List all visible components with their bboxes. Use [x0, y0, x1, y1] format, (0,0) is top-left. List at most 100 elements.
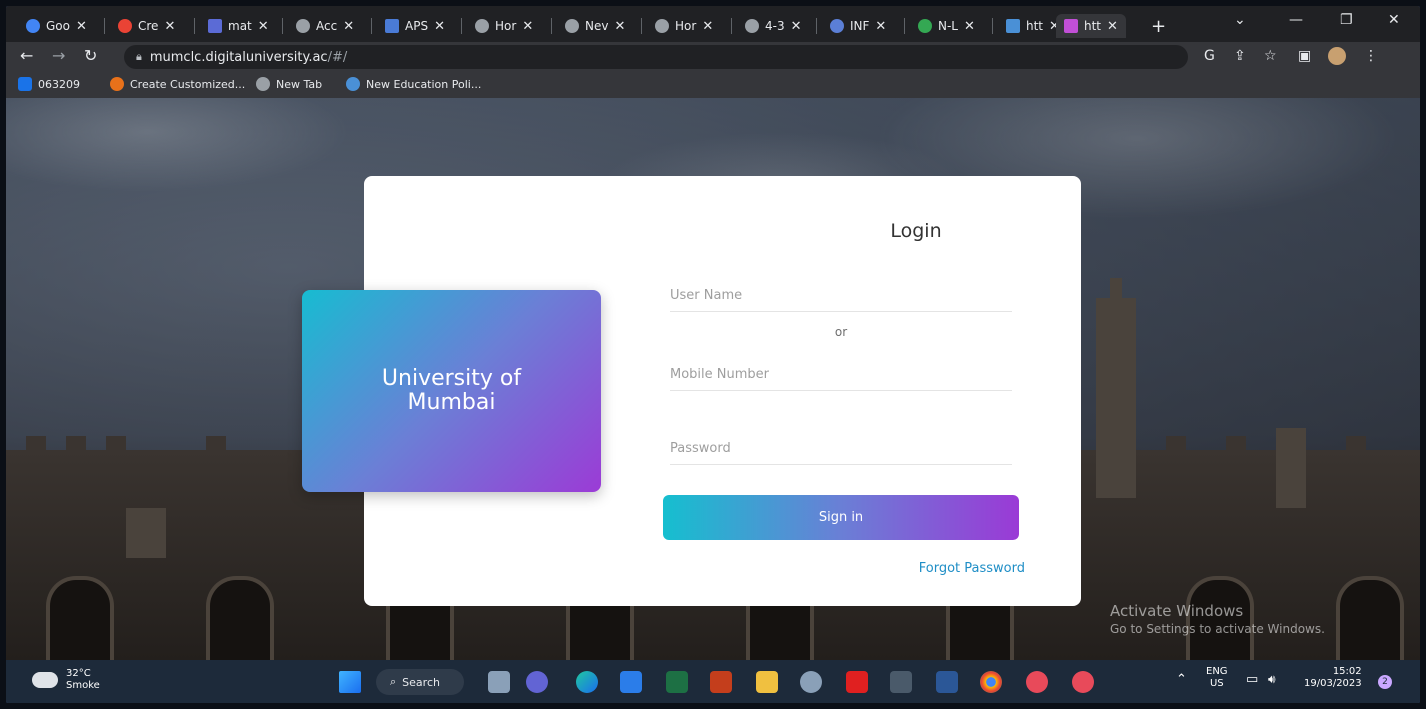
activate-windows-watermark: Activate Windows Go to Settings to activ… — [1110, 602, 1325, 636]
restore-icon[interactable]: ❐ — [1340, 12, 1353, 28]
close-icon[interactable]: ✕ — [614, 19, 625, 34]
brand-line-2: Mumbai — [407, 390, 496, 415]
sign-in-button[interactable]: Sign in — [663, 495, 1019, 540]
chrome-icon — [565, 19, 579, 33]
close-icon[interactable]: ✕ — [76, 19, 87, 34]
google-icon[interactable]: G — [1204, 48, 1215, 64]
username-input[interactable] — [670, 279, 1012, 312]
calculator-icon[interactable] — [890, 671, 912, 693]
tab-12-active[interactable]: htt ✕ — [1056, 14, 1126, 38]
globe-icon — [655, 19, 669, 33]
favicon-icon — [918, 19, 932, 33]
close-icon[interactable]: ✕ — [1107, 19, 1118, 34]
tab-5[interactable]: Hor ✕ — [467, 14, 541, 38]
start-icon[interactable] — [339, 671, 361, 693]
tab-9[interactable]: INF ✕ — [822, 14, 894, 38]
close-icon[interactable]: ✕ — [434, 19, 445, 34]
brand-line-1: University of — [381, 365, 522, 391]
favicon-icon — [26, 19, 40, 33]
minimize-icon[interactable]: — — [1289, 12, 1303, 28]
password-input[interactable] — [670, 432, 1012, 465]
bookmark-favicon-icon — [346, 77, 360, 91]
taskbar-search[interactable]: ⌕ Search — [376, 669, 464, 695]
new-tab-button[interactable]: + — [1151, 16, 1166, 37]
close-icon[interactable]: ✕ — [875, 19, 886, 34]
taskbar: 32°C Smoke ⌕ Search ⌃ ENG US ▭ 🔊︎ 15:02 19/0… — [6, 660, 1420, 703]
tab-0[interactable]: Goo ✕ — [18, 14, 95, 38]
bookmark-1[interactable]: Create Customized... — [110, 77, 245, 91]
browser-window: Goo ✕ Cre ✕ mat ✕ Acc ✕ APS ✕ Hor ✕ Nev ✕ Hor ✕ … — [6, 6, 1420, 703]
show-hidden-icons-icon[interactable]: ⌃ — [1176, 672, 1187, 688]
close-icon[interactable]: ✕ — [964, 19, 975, 34]
tab-4[interactable]: APS ✕ — [377, 14, 453, 38]
volume-icon[interactable]: 🔊︎ — [1268, 672, 1276, 686]
favicon-icon — [1064, 19, 1078, 33]
tab-8[interactable]: 4-3 ✕ — [737, 14, 810, 38]
bookmarks-bar: 063209 Create Customized... New Tab New … — [6, 72, 1420, 99]
globe-icon — [296, 19, 310, 33]
page-background: Login or Sign in Forgot Password Univers… — [6, 98, 1420, 660]
notification-badge[interactable]: 2 — [1378, 675, 1392, 689]
teams-chat-icon[interactable] — [526, 671, 548, 693]
toolbar: ← → ↻ 🔒︎ mumclc.digitaluniversity.ac/#/ … — [6, 42, 1420, 72]
globe-icon — [256, 77, 270, 91]
tab-3[interactable]: Acc ✕ — [288, 14, 362, 38]
tab-10[interactable]: N-L ✕ — [910, 14, 983, 38]
forward-icon[interactable]: → — [52, 46, 65, 65]
tab-strip: Goo ✕ Cre ✕ mat ✕ Acc ✕ APS ✕ Hor ✕ Nev ✕ Hor ✕ … — [6, 6, 1420, 42]
tab-2[interactable]: mat ✕ — [200, 14, 277, 38]
window-close-icon[interactable]: ✕ — [1388, 12, 1400, 28]
language-indicator[interactable]: ENG US — [1206, 666, 1228, 690]
menu-icon[interactable]: ⋮ — [1364, 48, 1378, 64]
back-icon[interactable]: ← — [20, 46, 33, 65]
chrome-icon[interactable] — [980, 671, 1002, 693]
clock[interactable]: 15:02 19/03/2023 — [1304, 666, 1362, 690]
store-icon[interactable] — [620, 671, 642, 693]
file-explorer-icon[interactable] — [756, 671, 778, 693]
bookmark-0[interactable]: 063209 — [18, 77, 80, 91]
close-icon[interactable]: ✕ — [702, 19, 713, 34]
bookmark-3[interactable]: New Education Poli... — [346, 77, 481, 91]
close-icon[interactable]: ✕ — [258, 19, 269, 34]
share-icon[interactable]: ⇪ — [1234, 48, 1246, 64]
bookmark-2[interactable]: New Tab — [256, 77, 322, 91]
settings-icon[interactable] — [800, 671, 822, 693]
close-icon[interactable]: ✕ — [343, 19, 354, 34]
tab-7[interactable]: Hor ✕ — [647, 14, 721, 38]
close-icon[interactable]: ✕ — [164, 19, 175, 34]
word-icon[interactable] — [936, 671, 958, 693]
tab-6[interactable]: Nev ✕ — [557, 14, 633, 38]
star-icon[interactable]: ☆ — [1264, 48, 1277, 64]
address-bar[interactable]: 🔒︎ mumclc.digitaluniversity.ac/#/ — [124, 45, 1188, 69]
search-icon: ⌕ — [390, 675, 397, 688]
url-text[interactable]: mumclc.digitaluniversity.ac/#/ — [150, 50, 347, 65]
edge-icon[interactable] — [576, 671, 598, 693]
network-icon[interactable]: ▭ — [1246, 672, 1258, 688]
task-view-icon[interactable] — [488, 671, 510, 693]
app-icon[interactable] — [1072, 671, 1094, 693]
globe-icon — [475, 19, 489, 33]
bookmark-b-icon — [18, 77, 32, 91]
favicon-icon — [830, 19, 844, 33]
forgot-password-link[interactable]: Forgot Password — [919, 561, 1025, 576]
side-panel-icon[interactable]: ▣ — [1298, 48, 1311, 64]
tab-search-icon[interactable]: ⌄ — [1234, 12, 1246, 28]
mobile-number-input[interactable] — [670, 358, 1012, 391]
lock-icon[interactable]: 🔒︎ — [136, 50, 142, 64]
favicon-icon — [385, 19, 399, 33]
weather-widget[interactable]: 32°C Smoke — [32, 668, 100, 692]
university-brand-panel: University of Mumbai — [302, 290, 601, 492]
gmail-icon — [118, 19, 132, 33]
close-icon[interactable]: ✕ — [791, 19, 802, 34]
acrobat-icon[interactable] — [846, 671, 868, 693]
reload-icon[interactable]: ↻ — [84, 46, 97, 65]
close-icon[interactable]: ✕ — [522, 19, 533, 34]
tab-1[interactable]: Cre ✕ — [110, 14, 183, 38]
avatar[interactable] — [1328, 47, 1346, 65]
login-title: Login — [890, 220, 942, 242]
app-icon[interactable] — [1026, 671, 1048, 693]
excel-icon[interactable] — [666, 671, 688, 693]
powerpoint-icon[interactable] — [710, 671, 732, 693]
cloud-icon — [32, 672, 58, 688]
document-icon — [1006, 19, 1020, 33]
